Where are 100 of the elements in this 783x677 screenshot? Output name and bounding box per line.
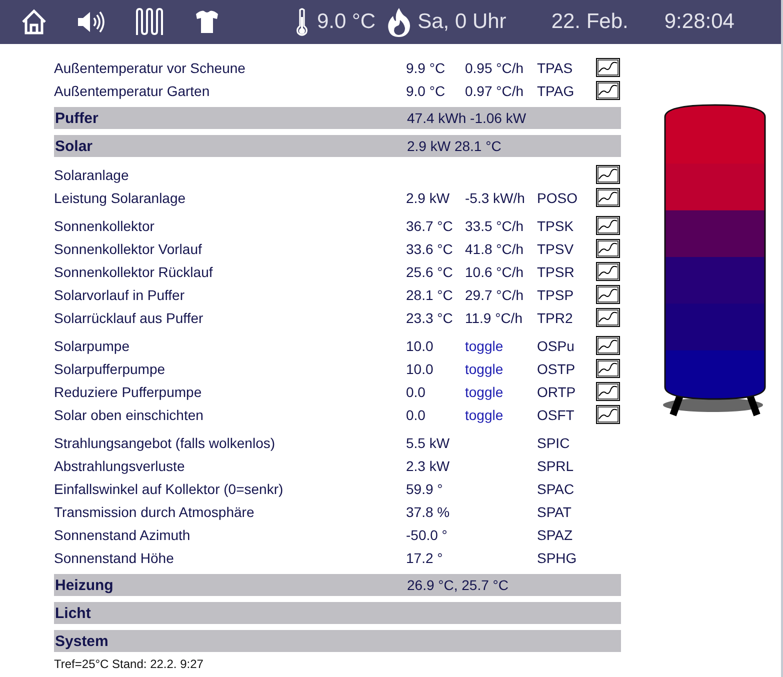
home-icon[interactable] [20,8,48,36]
heater-icon[interactable] [134,8,164,36]
flame-icon [386,7,412,37]
row-label: Sonnenkollektor [54,218,156,234]
row-value: 0.0 [406,406,426,422]
section-title: Licht [54,604,92,622]
speaker-icon[interactable] [76,10,106,34]
section-title: Puffer [54,110,100,126]
row-code: OSTP [537,360,576,376]
row-code: TPSP [537,286,575,302]
row-value: 2.3 kW [406,458,451,474]
toggle-link[interactable]: toggle [465,406,537,422]
row-code: SPAZ [537,526,574,542]
row-label: Solar oben einschichten [54,406,204,422]
row-label: Solaranlage [54,166,130,182]
row-value: 33.6 °C [406,240,454,256]
row-value: 23.3 °C [406,310,454,326]
row-label: Transmission durch Atmosphäre [54,504,256,520]
toggle-link[interactable]: toggle [465,338,537,354]
row-code: POSO [537,190,578,206]
row-label: Außentemperatur Garten [54,82,211,98]
row-label: Sonnenkollektor Rücklauf [54,264,214,280]
section-summary: 26.9 °C, 25.7 °C [407,577,508,593]
thermometer-icon [295,7,309,37]
chart-icon[interactable] [596,405,620,424]
row-code: OSFT [537,406,576,422]
row-rate: 10.6 °C/h [465,264,525,280]
section-summary: 47.4 kWh -1.06 kW [407,110,526,126]
row-code: SPRL [537,458,575,474]
row-rate: 0.95 °C/h [465,60,525,76]
row-code: SPIC [537,434,571,450]
section-header[interactable]: Solar 2.9 kW 28.1 °C [54,135,621,157]
row-value: -50.0 ° [406,526,448,542]
row-code: TPSV [537,240,575,256]
row-label: Abstrahlungsverluste [54,458,186,474]
section-title: System [54,632,110,650]
footer-note: Tref=25°C Stand: 22.2. 9:27 [54,657,204,671]
row-label: Solarpufferpumpe [54,360,166,376]
row-label: Einfallswinkel auf Kollektor (0=senkr) [54,480,284,496]
row-value: 5.5 kW [406,434,451,450]
chart-icon[interactable] [596,336,620,355]
chart-icon[interactable] [596,382,620,401]
chart-icon[interactable] [596,308,620,327]
row-value: 36.7 °C [406,218,454,234]
section-summary: 2.9 kW 28.1 °C [407,138,502,154]
row-value: 2.9 kW [406,190,451,206]
row-value: 37.8 % [406,504,451,520]
section-header[interactable]: System [54,630,621,652]
row-code: OSPu [537,338,576,354]
section-header[interactable]: Licht [54,602,621,624]
row-value: 10.0 [406,360,434,376]
row-code: TPAS [537,60,574,76]
chart-icon[interactable] [596,58,620,77]
row-rate: 33.5 °C/h [465,218,525,234]
date-label: 22. Feb. [551,10,628,34]
row-code: SPHG [537,550,578,566]
row-label: Solarpumpe [54,338,130,354]
chart-icon[interactable] [596,165,620,184]
row-label: Sonnenstand Azimuth [54,526,192,542]
row-label: Solarrücklauf aus Puffer [54,310,204,326]
row-code: SPAC [537,480,576,496]
row-rate: 29.7 °C/h [465,286,525,302]
toggle-link[interactable]: toggle [465,360,537,376]
row-value: 17.2 ° [406,550,444,566]
chart-icon[interactable] [596,359,620,378]
chart-icon[interactable] [596,216,620,235]
row-label: Leistung Solaranlage [54,190,187,206]
row-value: 25.6 °C [406,264,454,280]
row-rate: 41.8 °C/h [465,240,525,256]
row-code: TPSK [537,218,575,234]
row-code: SPAT [537,504,572,520]
row-rate: 0.97 °C/h [465,82,525,98]
row-value: 9.9 °C [406,60,446,76]
shirt-icon[interactable] [193,10,221,34]
row-value: 28.1 °C [406,286,454,302]
row-label: Außentemperatur vor Scheune [54,60,246,76]
chart-icon[interactable] [596,239,620,258]
row-value: 59.9 ° [406,480,444,496]
section-title: Heizung [54,576,114,594]
chart-icon[interactable] [596,262,620,281]
row-label: Sonnenstand Höhe [54,550,175,566]
row-rate: 11.9 °C/h [465,310,524,326]
toggle-link[interactable]: toggle [465,384,537,400]
row-value: 10.0 [406,338,434,354]
section-header[interactable]: Heizung 26.9 °C, 25.7 °C [54,574,621,596]
row-value: 0.0 [406,384,426,400]
section-header[interactable]: Puffer 47.4 kWh -1.06 kW [54,107,621,129]
row-code: TPAG [537,82,576,98]
chart-icon[interactable] [596,285,620,304]
chart-icon[interactable] [596,81,620,100]
row-label: Reduziere Pufferpumpe [54,384,203,400]
chart-icon[interactable] [596,188,620,207]
row-code: TPR2 [537,310,574,326]
clock-label: 9:28:04 [664,10,734,34]
row-code: TPSR [537,264,576,280]
row-code: ORTP [537,384,577,400]
row-label: Solarvorlauf in Puffer [54,286,186,302]
section-title: Solar [54,138,94,154]
row-rate: -5.3 kW/h [465,190,526,206]
outside-temperature: 9.0 °C [317,10,376,34]
